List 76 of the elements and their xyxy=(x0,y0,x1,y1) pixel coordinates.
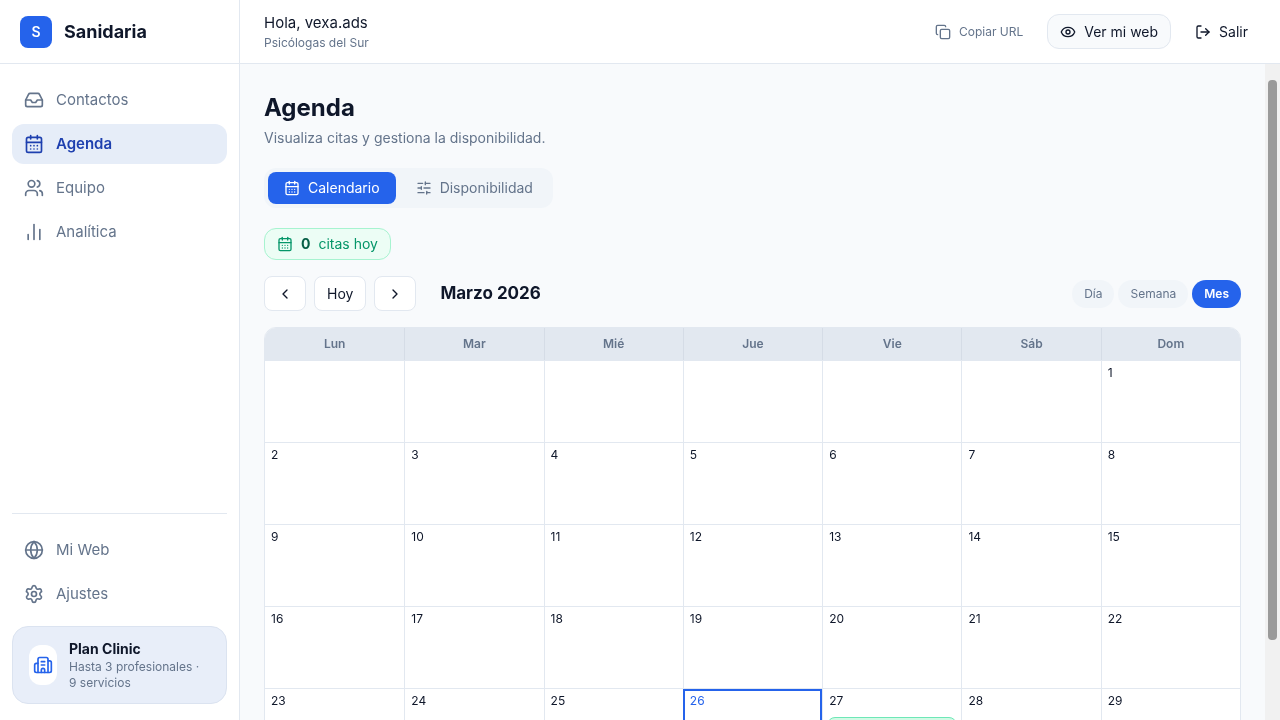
view-toggle[interactable]: Semana xyxy=(1118,279,1189,308)
weekday-header: Sáb xyxy=(961,328,1101,360)
bar-chart-icon xyxy=(24,222,44,242)
weekday-header: Dom xyxy=(1100,328,1240,360)
day-cell[interactable]: 1 xyxy=(1100,361,1240,442)
brand-logo: S xyxy=(20,15,52,48)
day-cell[interactable]: 18 xyxy=(543,607,683,688)
next-button[interactable] xyxy=(374,276,417,311)
sidebar-item[interactable]: Equipo xyxy=(12,168,227,208)
day-cell[interactable]: 8 xyxy=(1100,443,1240,524)
day-cell[interactable]: 13 xyxy=(822,525,962,606)
greeting: Hola, vexa.ads xyxy=(264,12,369,35)
view-toggle[interactable]: Mes xyxy=(1192,279,1241,308)
day-cell[interactable]: 29 xyxy=(1100,689,1240,720)
settings-icon xyxy=(24,584,44,604)
day-cell[interactable]: 27 xyxy=(822,689,962,720)
sidebar-item[interactable]: Agenda xyxy=(12,124,227,164)
view-toggle[interactable]: Día xyxy=(1072,279,1115,308)
day-cell[interactable]: 28 xyxy=(961,689,1101,720)
weekday-header: Mié xyxy=(543,328,683,360)
sidebar-item[interactable]: Analítica xyxy=(12,212,227,252)
calendar-icon xyxy=(24,134,44,154)
appointments-count: 0 xyxy=(301,234,311,254)
plan-detail: Hasta 3 profesionales · 9 servicios xyxy=(69,659,201,691)
day-cell[interactable]: 20 xyxy=(822,607,962,688)
brand-name: Sanidaria xyxy=(64,19,147,44)
view-website-button[interactable]: Ver mi web xyxy=(1047,14,1172,49)
logout-button[interactable]: Salir xyxy=(1187,14,1256,49)
day-cell[interactable]: 9 xyxy=(265,525,405,606)
weekday-header: Vie xyxy=(822,328,962,360)
building-icon xyxy=(29,645,57,685)
day-cell[interactable]: 12 xyxy=(682,525,823,606)
day-cell[interactable]: 14 xyxy=(961,525,1101,606)
month-label: Marzo 2026 xyxy=(440,281,541,305)
sidebar-item[interactable]: Ajustes xyxy=(12,574,227,614)
day-cell[interactable]: 10 xyxy=(404,525,544,606)
day-cell[interactable]: 23 xyxy=(265,689,405,720)
copy-url-button[interactable]: Copiar URL xyxy=(926,15,1032,48)
organization-name: Psicólogas del Sur xyxy=(264,34,369,51)
day-cell[interactable]: 26 xyxy=(682,689,823,720)
today-button[interactable]: Hoy xyxy=(314,276,367,311)
day-cell[interactable]: 11 xyxy=(543,525,683,606)
page-subtitle: Visualiza citas y gestiona la disponibilidad. xyxy=(264,128,547,148)
calendar-icon xyxy=(277,236,293,252)
day-cell[interactable]: 25 xyxy=(543,689,683,720)
calendar-icon xyxy=(284,180,300,196)
day-cell[interactable]: 6 xyxy=(822,443,962,524)
inbox-icon xyxy=(24,90,44,110)
day-cell[interactable]: 17 xyxy=(404,607,544,688)
day-cell[interactable]: 24 xyxy=(404,689,544,720)
day-cell[interactable]: 19 xyxy=(682,607,823,688)
tab[interactable]: Disponibilidad xyxy=(399,172,549,204)
globe-icon xyxy=(24,540,44,560)
day-cell[interactable]: 15 xyxy=(1100,525,1240,606)
plan-name: Plan Clinic xyxy=(69,639,142,659)
copy-icon xyxy=(934,23,951,40)
day-cell[interactable]: 3 xyxy=(404,443,544,524)
weekday-header: Lun xyxy=(322,335,347,353)
day-cell[interactable]: 22 xyxy=(1100,607,1240,688)
appointments-label: citas hoy xyxy=(318,234,378,254)
previous-button[interactable] xyxy=(264,276,306,311)
day-cell[interactable]: 7 xyxy=(961,443,1101,524)
sliders-icon xyxy=(415,180,432,196)
day-cell[interactable]: 4 xyxy=(543,443,683,524)
logout-icon xyxy=(1195,23,1212,40)
weekday-header: Jue xyxy=(682,328,823,360)
day-cell[interactable]: 21 xyxy=(961,607,1101,688)
weekday-header: Mar xyxy=(404,328,544,360)
day-cell[interactable]: 2 xyxy=(265,443,405,524)
day-cell[interactable]: 5 xyxy=(682,443,823,524)
sidebar-item[interactable]: Contactos xyxy=(12,80,227,120)
sidebar-item[interactable]: Mi Web xyxy=(12,530,227,570)
day-cell[interactable]: 16 xyxy=(265,607,405,688)
page-title: Agenda xyxy=(264,92,356,124)
users-icon xyxy=(24,178,44,198)
tab[interactable]: Calendario xyxy=(268,172,396,204)
